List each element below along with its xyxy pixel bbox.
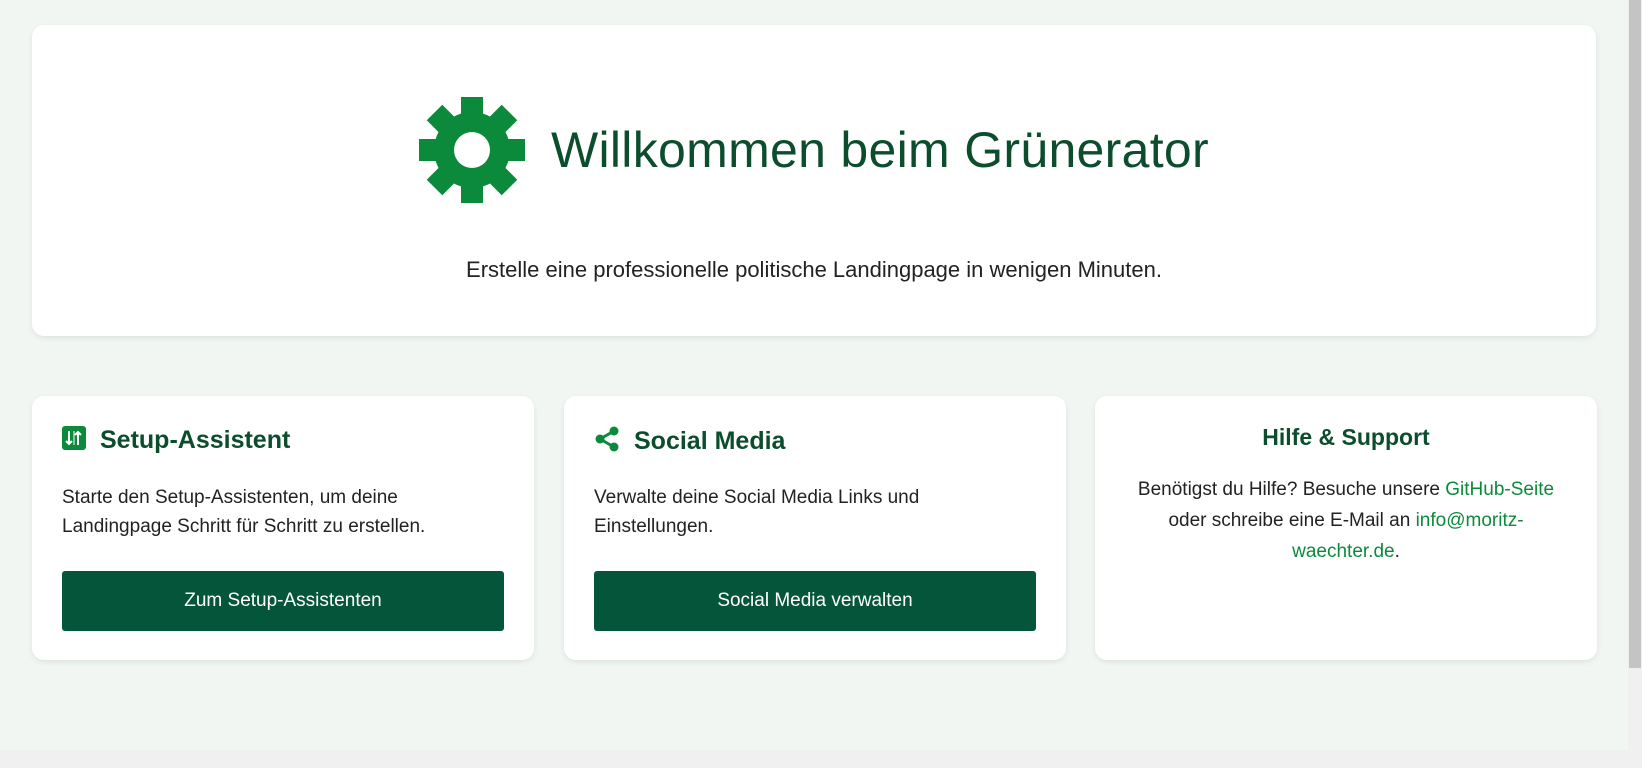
gear-icon [419,97,525,203]
hero-title: Willkommen beim Grünerator [551,122,1209,178]
card-title: Social Media [634,427,786,455]
card-description: Starte den Setup-Assistenten, um deine L… [62,487,426,537]
card-description: Verwalte deine Social Media Links und Ei… [594,487,920,537]
card-header: Social Media [594,426,785,457]
page-viewport: Willkommen beim Grünerator Erstelle eine… [0,0,1628,750]
help-text-after: . [1394,541,1400,562]
card-title: Setup-Assistent [100,426,291,454]
social-media-button[interactable]: Social Media verwalten [594,571,1036,631]
setup-wizard-icon [62,426,86,455]
social-media-card: Social Media Verwalte deine Social Media… [564,396,1066,660]
card-header: Setup-Assistent [62,426,290,455]
card-title: Hilfe & Support [1262,424,1430,450]
horizontal-scrollbar[interactable] [0,750,1628,768]
github-link[interactable]: GitHub-Seite [1445,479,1554,500]
help-text-before: Benötigst du Hilfe? Besuche unsere [1137,479,1446,500]
help-support-card: Hilfe & Support Benötigst du Hilfe? Besu… [1095,396,1597,660]
share-icon [594,426,620,457]
hero-subtitle: Erstelle eine professionelle politische … [466,257,1162,282]
vertical-scrollbar[interactable] [1628,0,1642,768]
scrollbar-thumb[interactable] [1629,0,1641,668]
help-text-middle: oder schreibe eine E-Mail an [1168,510,1416,531]
help-description: Benötigst du Hilfe? Besuche unsere GitHu… [1125,474,1567,567]
setup-assistant-card: Setup-Assistent Starte den Setup-Assiste… [32,396,534,660]
setup-assistant-button[interactable]: Zum Setup-Assistenten [62,571,504,631]
hero-title-row: Willkommen beim Grünerator [32,97,1596,203]
welcome-hero: Willkommen beim Grünerator Erstelle eine… [32,25,1596,336]
